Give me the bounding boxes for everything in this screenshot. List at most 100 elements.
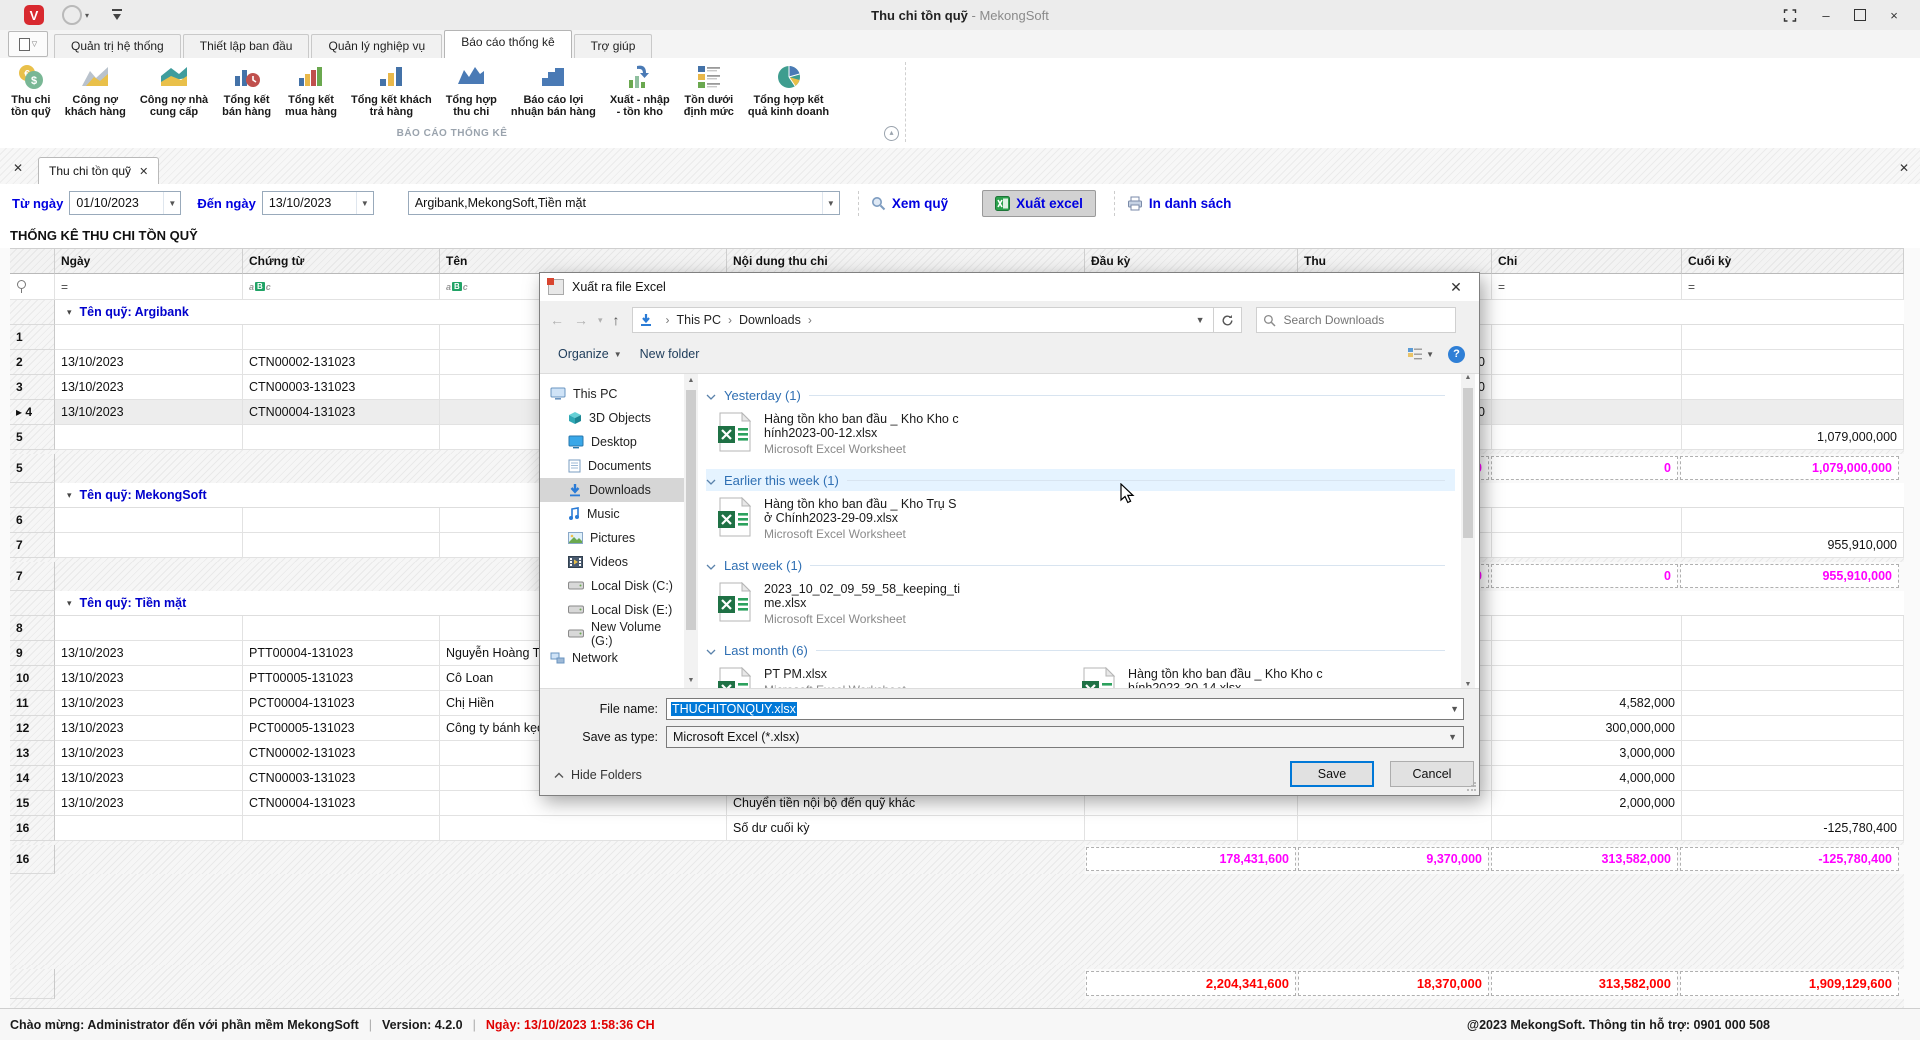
help-button[interactable]: ? [1448,346,1465,363]
column-header-ngay[interactable]: Ngày [55,248,243,274]
downloads-panel-icon[interactable] [111,9,123,21]
ribbon-item-10[interactable]: Tồn dưới định mức [677,60,741,120]
cell-chungtu[interactable] [243,616,440,641]
file-item[interactable]: 2023_10_02_09_59_58_keeping_time.xlsxMic… [706,576,998,629]
cell-cuoiky[interactable] [1682,741,1904,766]
cell-chi[interactable] [1492,325,1682,350]
cell-ngay[interactable] [55,616,243,641]
cell-chi[interactable] [1492,350,1682,375]
forward-icon[interactable]: → [574,312,588,328]
to-date-dropdown-icon[interactable]: ▼ [356,192,373,214]
column-header-noidung[interactable]: Nội dung thu chi [727,248,1085,274]
cell-chungtu[interactable]: PTT00005-131023 [243,666,440,691]
sidebar-item-videos[interactable]: Videos [540,550,684,574]
save-type-combo[interactable]: Microsoft Excel (*.xlsx) ▼ [666,726,1464,748]
scroll-up-icon[interactable]: ▲ [684,374,698,388]
profile-icon[interactable] [62,5,82,25]
cell-cuoiky[interactable] [1682,716,1904,741]
cell-cuoiky[interactable]: -125,780,400 [1682,816,1904,841]
cell-chi[interactable]: 3,000,000 [1492,741,1682,766]
sidebar-item-desktop[interactable]: Desktop [540,430,684,454]
organize-button[interactable]: Organize▼ [558,347,622,361]
resize-grip[interactable] [1466,782,1476,792]
cell-cuoiky[interactable] [1682,791,1904,816]
file-name-input[interactable]: THUCHITONQUY.xlsx ▼ [666,698,1464,720]
cell-ngay[interactable]: 13/10/2023 [55,741,243,766]
view-fund-button[interactable]: Xem quỹ [858,191,960,216]
sidebar-item-3d-objects[interactable]: 3D Objects [540,406,684,430]
filter-cell-ngay[interactable]: = [55,274,243,300]
breadcrumb-this-pc[interactable]: This PC [677,313,721,327]
maximize-button[interactable] [1854,9,1866,21]
file-group-header[interactable]: Last week (1) [706,554,1455,576]
fund-combo[interactable]: Argibank,MekongSoft,Tiền mặt▼ [408,191,840,215]
collapse-triangle-icon[interactable]: ▾ [67,307,72,318]
from-date-dropdown-icon[interactable]: ▼ [163,192,180,214]
column-header-chungtu[interactable]: Chứng từ [243,248,440,274]
minimize-button[interactable]: – [1818,8,1834,23]
cell-ngay[interactable]: 13/10/2023 [55,791,243,816]
sidebar-item-local-disk-c-[interactable]: Local Disk (C:) [540,574,684,598]
cell-chi[interactable] [1492,641,1682,666]
cell-ngay[interactable]: 13/10/2023 [55,375,243,400]
cell-ngay[interactable]: 13/10/2023 [55,350,243,375]
cell-cuoiky[interactable] [1682,400,1904,425]
ribbon-item-7[interactable]: Tổng hợp thu chi [439,60,504,120]
cell-chi[interactable]: 2,000,000 [1492,791,1682,816]
cell-cuoiky[interactable] [1682,375,1904,400]
history-dropdown-icon[interactable]: ▾ [598,315,603,326]
cell-cuoiky[interactable]: 1,079,000,000 [1682,425,1904,450]
cell-chi[interactable] [1492,666,1682,691]
cell-chungtu[interactable] [243,325,440,350]
search-input[interactable] [1282,312,1436,328]
file-item[interactable]: Hàng tồn kho ban đầu _ Kho Kho chính2023… [1070,661,1362,688]
profile-caret-icon[interactable]: ▾ [85,11,89,20]
cell-chi[interactable]: 4,582,000 [1492,691,1682,716]
cell-chungtu[interactable] [243,425,440,450]
cell-ngay[interactable]: 13/10/2023 [55,400,243,425]
app-logo-icon[interactable]: V [24,5,44,25]
close-window-button[interactable]: × [1886,8,1902,23]
cell-chi[interactable]: 4,000,000 [1492,766,1682,791]
cell-chungtu[interactable]: CTN00004-131023 [243,791,440,816]
ribbon-item-9[interactable]: Xuất - nhập - tồn kho [603,60,677,120]
cell-ngay[interactable]: 13/10/2023 [55,641,243,666]
cell-ngay[interactable] [55,533,243,558]
sidebar-item-pictures[interactable]: Pictures [540,526,684,550]
fund-combo-dropdown-icon[interactable]: ▼ [822,192,839,214]
cell-chungtu[interactable]: PCT00005-131023 [243,716,440,741]
scroll-thumb[interactable] [1463,388,1473,538]
nav-scrollbar[interactable]: ▲▼ [684,374,698,688]
close-document-button[interactable]: ✕ [1894,159,1914,179]
column-header-cuoiky[interactable]: Cuối kỳ [1682,248,1904,274]
sidebar-item-music[interactable]: Music [540,502,684,526]
ribbon-item-3[interactable]: Công nợ nhà cung cấp [133,60,215,120]
file-item[interactable]: PT PM.xlsxMicrosoft Excel Worksheet [706,661,998,688]
sidebar-item-network[interactable]: Network [540,646,684,670]
cell-cuoiky[interactable] [1682,766,1904,791]
cell-ngay[interactable] [55,816,243,841]
cell-ngay[interactable]: 13/10/2023 [55,691,243,716]
cell-noidung[interactable]: Số dư cuối kỳ [727,816,1085,841]
collapse-triangle-icon[interactable]: ▾ [67,598,72,609]
cell-ngay[interactable]: 13/10/2023 [55,716,243,741]
column-header-chi[interactable]: Chi [1492,248,1682,274]
breadcrumb[interactable]: › This PC › Downloads › ▼ [632,307,1214,333]
cell-ngay[interactable]: 13/10/2023 [55,666,243,691]
scroll-down-icon[interactable]: ▼ [1461,681,1475,688]
column-header-dauky[interactable]: Đầu kỳ [1085,248,1298,274]
file-group-header[interactable]: Yesterday (1) [706,384,1455,406]
cell-chungtu[interactable]: PTT00004-131023 [243,641,440,666]
breadcrumb-downloads[interactable]: Downloads [739,313,801,327]
close-all-tabs-button[interactable]: ✕ [8,159,28,179]
cell-thu[interactable] [1298,816,1492,841]
back-icon[interactable]: ← [550,312,564,328]
cell-chi[interactable] [1492,425,1682,450]
dialog-close-button[interactable]: ✕ [1441,279,1471,296]
ribbon-item-11[interactable]: Tổng hợp kết quả kinh doanh [741,60,836,120]
cell-chi[interactable] [1492,816,1682,841]
up-icon[interactable]: ↑ [613,312,620,328]
file-group-header[interactable]: Last month (6) [706,639,1455,661]
cell-dauky[interactable] [1085,816,1298,841]
hide-folders-button[interactable]: Hide Folders [554,768,642,782]
